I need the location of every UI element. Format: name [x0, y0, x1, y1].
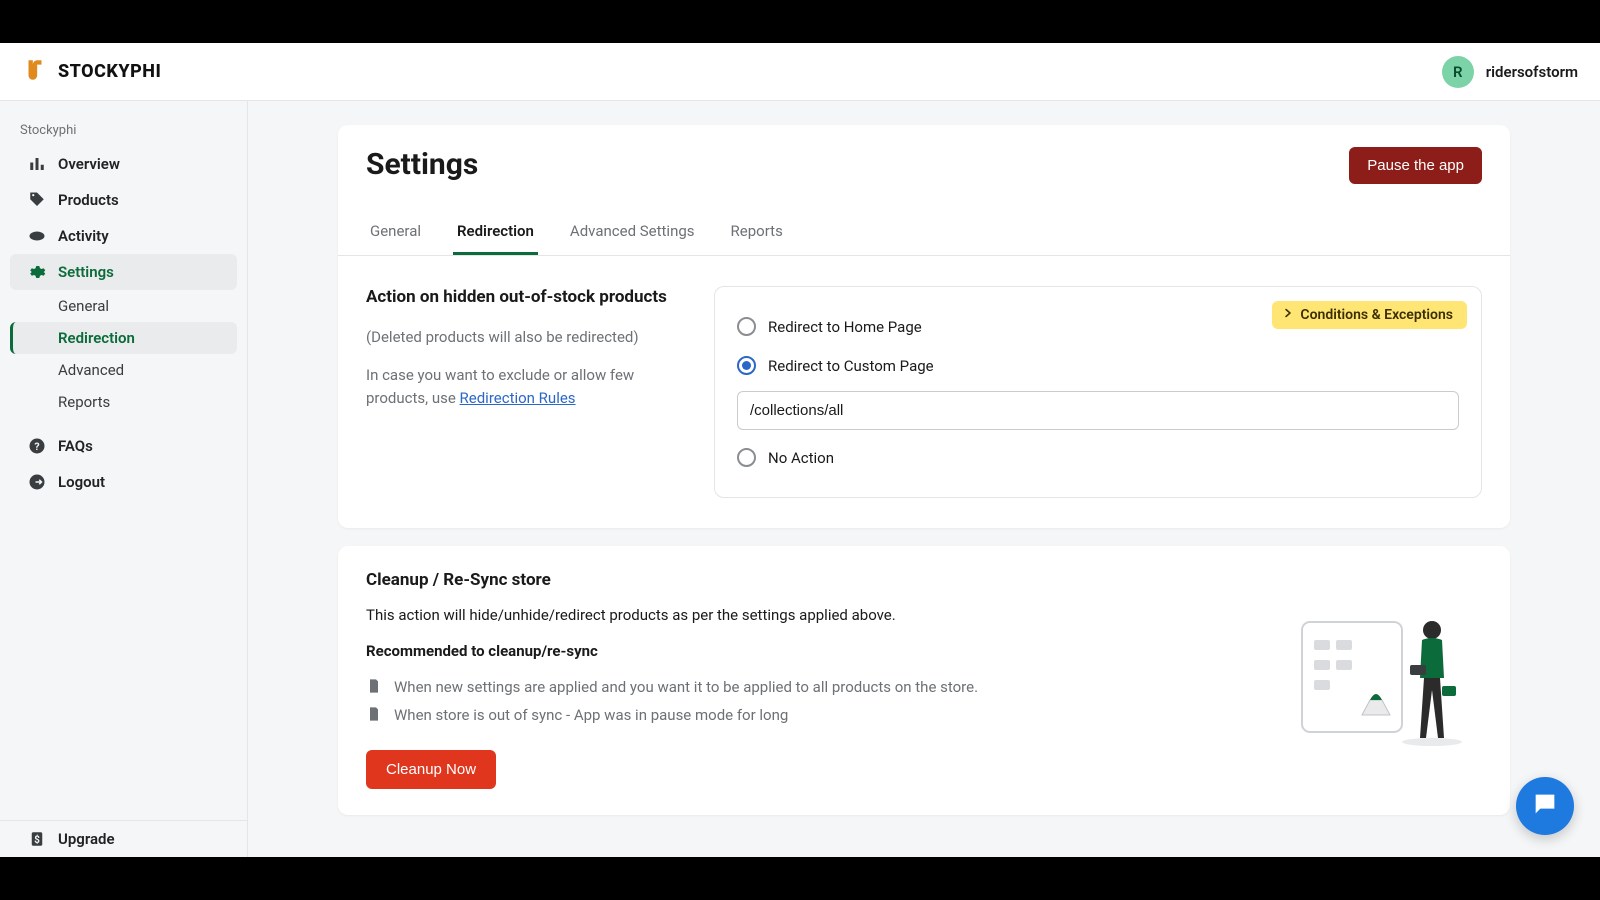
user-menu[interactable]: R ridersofstorm: [1442, 56, 1578, 88]
tab-redirection[interactable]: Redirection: [453, 210, 538, 255]
page-title: Settings: [366, 147, 478, 182]
radio-label: Redirect to Home Page: [768, 318, 922, 336]
sidebar-item-products[interactable]: Products: [10, 182, 237, 218]
sidebar-title: Stockyphi: [0, 113, 247, 146]
radio-input[interactable]: [737, 317, 756, 336]
cleanup-heading: Cleanup / Re-Sync store: [366, 570, 1258, 590]
chat-icon: [1531, 790, 1559, 822]
document-icon: [366, 678, 382, 698]
redirection-options-panel: Conditions & Exceptions Redirect to Home…: [714, 286, 1482, 498]
recommended-item: When new settings are applied and you wa…: [366, 674, 1258, 702]
sidebar-item-label: Activity: [58, 227, 109, 245]
radio-input[interactable]: [737, 448, 756, 467]
brand-name: STOCKYPHI: [58, 61, 161, 82]
tabs: General Redirection Advanced Settings Re…: [338, 210, 1510, 256]
sidebar-item-faqs[interactable]: ? FAQs: [10, 428, 237, 464]
brand-logo-icon: [22, 57, 48, 87]
conditions-exceptions-button[interactable]: Conditions & Exceptions: [1272, 301, 1467, 329]
sidebar-item-label: Settings: [58, 263, 114, 281]
dollar-icon: $: [28, 830, 46, 848]
radio-input[interactable]: [737, 356, 756, 375]
sidebar-item-label: Upgrade: [58, 830, 115, 848]
pause-app-button[interactable]: Pause the app: [1349, 147, 1482, 184]
sidebar-sub-advanced[interactable]: Advanced: [10, 354, 237, 386]
tab-reports[interactable]: Reports: [727, 210, 787, 255]
chart-bar-icon: [28, 155, 46, 173]
sidebar: Stockyphi Overview Products Activity Set…: [0, 101, 248, 857]
cleanup-recommended-heading: Recommended to cleanup/re-sync: [366, 642, 1258, 660]
svg-text:$: $: [34, 835, 40, 846]
recommended-text: When store is out of sync - App was in p…: [394, 706, 788, 724]
letterbox-bottom: [0, 857, 1600, 900]
sidebar-item-label: Overview: [58, 155, 120, 173]
document-icon: [366, 706, 382, 726]
radio-redirect-custom[interactable]: Redirect to Custom Page: [737, 346, 1459, 385]
username: ridersofstorm: [1486, 63, 1578, 81]
sidebar-item-settings[interactable]: Settings: [10, 254, 237, 290]
sidebar-item-logout[interactable]: Logout: [10, 464, 237, 500]
radio-no-action[interactable]: No Action: [737, 438, 1459, 477]
sidebar-item-overview[interactable]: Overview: [10, 146, 237, 182]
redirection-exclude-note: In case you want to exclude or allow few…: [366, 364, 686, 409]
avatar: R: [1442, 56, 1474, 88]
settings-card: Settings Pause the app General Redirecti…: [338, 125, 1510, 528]
custom-url-input[interactable]: [737, 391, 1459, 430]
chat-fab[interactable]: [1516, 777, 1574, 835]
sidebar-sub-reports[interactable]: Reports: [10, 386, 237, 418]
gear-icon: [28, 263, 46, 281]
sidebar-item-label: FAQs: [58, 437, 93, 455]
recommended-text: When new settings are applied and you wa…: [394, 678, 978, 696]
radio-label: No Action: [768, 449, 834, 467]
chevron-right-icon: [1282, 307, 1294, 323]
cleanup-description: This action will hide/unhide/redirect pr…: [366, 606, 1258, 624]
sidebar-item-label: Logout: [58, 473, 105, 491]
sidebar-item-label: Products: [58, 191, 119, 209]
sidebar-sub-general[interactable]: General: [10, 290, 237, 322]
letterbox-top: [0, 0, 1600, 43]
logout-icon: [28, 473, 46, 491]
radio-label: Redirect to Custom Page: [768, 357, 934, 375]
cleanup-illustration: [1282, 570, 1482, 789]
app-header: STOCKYPHI R ridersofstorm: [0, 43, 1600, 101]
cleanup-card: Cleanup / Re-Sync store This action will…: [338, 546, 1510, 815]
redirection-rules-link[interactable]: Redirection Rules: [460, 389, 576, 407]
sidebar-item-upgrade[interactable]: $ Upgrade: [10, 821, 237, 857]
redirection-note: (Deleted products will also be redirecte…: [366, 326, 686, 349]
cleanup-now-button[interactable]: Cleanup Now: [366, 750, 496, 789]
main-content: Settings Pause the app General Redirecti…: [248, 101, 1600, 857]
brand[interactable]: STOCKYPHI: [22, 57, 161, 87]
question-icon: ?: [28, 437, 46, 455]
tag-icon: [28, 191, 46, 209]
redirection-description: Action on hidden out-of-stock products (…: [366, 286, 686, 498]
sidebar-sub-redirection[interactable]: Redirection: [10, 322, 237, 354]
activity-icon: [28, 227, 46, 245]
tab-advanced-settings[interactable]: Advanced Settings: [566, 210, 699, 255]
sidebar-item-activity[interactable]: Activity: [10, 218, 237, 254]
svg-text:?: ?: [34, 440, 39, 453]
recommended-item: When store is out of sync - App was in p…: [366, 702, 1258, 730]
tab-general[interactable]: General: [366, 210, 425, 255]
conditions-label: Conditions & Exceptions: [1300, 307, 1453, 323]
redirection-heading: Action on hidden out-of-stock products: [366, 286, 686, 310]
